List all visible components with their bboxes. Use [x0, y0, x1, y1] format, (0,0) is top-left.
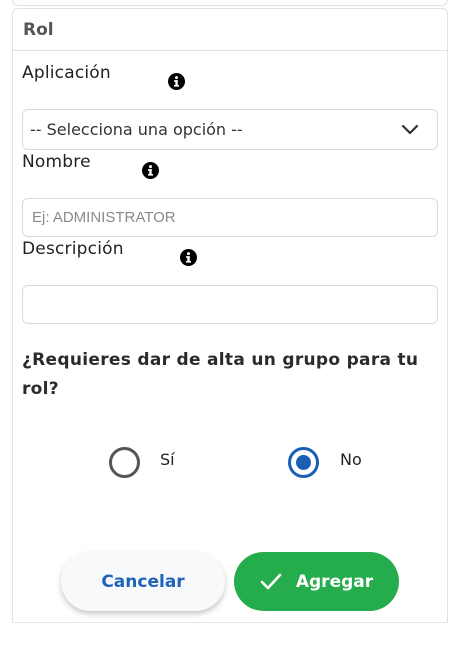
chevron-down-icon	[401, 124, 419, 134]
radio-no-label[interactable]: No	[340, 450, 362, 469]
radio-no[interactable]	[288, 447, 319, 478]
role-form-panel: Rol Aplicación -- Selecciona una opción …	[12, 8, 448, 623]
add-button-label: Agregar	[295, 571, 374, 592]
panel-title: Rol	[13, 9, 447, 51]
application-select[interactable]: -- Selecciona una opción --	[22, 109, 438, 150]
radio-si[interactable]	[109, 447, 140, 478]
radio-si-label[interactable]: Sí	[160, 450, 175, 469]
name-input[interactable]	[22, 198, 438, 237]
description-input[interactable]	[22, 285, 438, 324]
group-question: ¿Requieres dar de alta un grupo para tu …	[22, 350, 419, 399]
check-icon	[260, 573, 282, 590]
info-icon[interactable]	[142, 162, 159, 179]
info-icon[interactable]	[168, 73, 185, 90]
name-label: Nombre	[22, 152, 91, 172]
info-icon[interactable]	[180, 249, 197, 266]
application-label: Aplicación	[22, 63, 111, 83]
previous-panel-edge	[12, 0, 448, 6]
description-label: Descripción	[22, 239, 124, 259]
cancel-button[interactable]: Cancelar	[61, 552, 225, 611]
add-button[interactable]: Agregar	[234, 552, 399, 611]
application-select-value: -- Selecciona una opción --	[30, 120, 243, 139]
